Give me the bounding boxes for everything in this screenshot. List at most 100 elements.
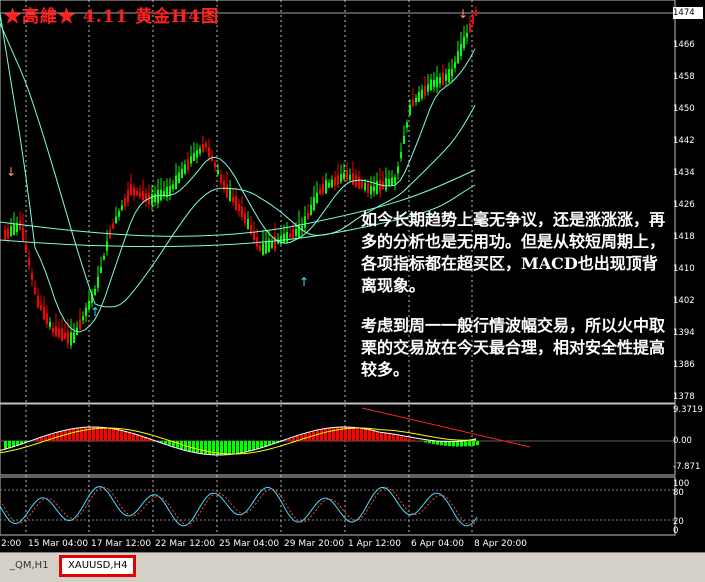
macd-label: -7.871 bbox=[673, 461, 703, 473]
analysis-text: 如今长期趋势上毫无争议，还是涨涨涨，再多的分析也是无用功。但是从较短周期上，各项… bbox=[361, 209, 666, 381]
chart-window[interactable]: ↓↓↑↑ ★高維★ 4.11 黄金H4图 如今长期趋势上毫无争议，还是涨涨涨，再… bbox=[0, 0, 705, 552]
macd-histogram-bar bbox=[368, 429, 371, 441]
candle-body bbox=[289, 233, 291, 237]
macd-histogram-bar bbox=[204, 441, 207, 454]
tab-xauusd-h4[interactable]: XAUUSD,H4 bbox=[62, 558, 133, 574]
candle-body bbox=[40, 305, 42, 310]
candle-body bbox=[310, 205, 312, 215]
candle-body bbox=[217, 170, 219, 174]
macd-histogram-bar bbox=[236, 441, 239, 454]
candle-body bbox=[121, 206, 123, 211]
candle-body bbox=[97, 277, 99, 288]
candle-body bbox=[367, 183, 369, 192]
macd-histogram-bar bbox=[120, 430, 123, 441]
macd-label: 9.3719 bbox=[673, 404, 703, 416]
candle-body bbox=[262, 243, 264, 255]
tab-qm-h1[interactable]: _QM,H1 bbox=[4, 558, 55, 574]
candle-body bbox=[400, 152, 402, 158]
candle-body bbox=[271, 241, 273, 247]
price-label: 1386 bbox=[673, 359, 703, 371]
macd-histogram-bar bbox=[408, 439, 411, 441]
candle-body bbox=[418, 92, 420, 102]
candle-body bbox=[424, 86, 426, 96]
macd-histogram-bar bbox=[52, 434, 55, 441]
candle-body bbox=[127, 190, 129, 201]
candle-body bbox=[259, 246, 261, 251]
macd-histogram-bar bbox=[320, 429, 323, 441]
candle-body bbox=[64, 333, 66, 339]
candle-body bbox=[253, 232, 255, 240]
macd-histogram-bar bbox=[104, 428, 107, 441]
candle-body bbox=[364, 183, 366, 190]
macd-histogram-bar bbox=[100, 427, 103, 441]
macd-histogram-bar bbox=[248, 441, 251, 451]
candle-body bbox=[379, 180, 381, 193]
macd-histogram-bar bbox=[356, 428, 359, 441]
macd-histogram-bar bbox=[196, 441, 199, 453]
candle-body bbox=[4, 230, 6, 240]
macd-histogram-bar bbox=[68, 430, 71, 441]
candle-body bbox=[199, 149, 201, 154]
candle-body bbox=[22, 228, 24, 241]
time-label: 17 Mar 12:00 bbox=[91, 539, 151, 549]
macd-histogram-bar bbox=[376, 431, 379, 441]
candle-body bbox=[151, 194, 153, 205]
candle-body bbox=[244, 213, 246, 223]
candle-body bbox=[19, 221, 21, 231]
macd-histogram-bar bbox=[72, 429, 75, 441]
macd-histogram-bar bbox=[324, 429, 327, 441]
candle-body bbox=[49, 322, 51, 327]
candle-body bbox=[181, 169, 183, 178]
arrow-up-icon: ↑ bbox=[299, 275, 309, 289]
macd-histogram-bar bbox=[208, 441, 211, 455]
macd-histogram-bar bbox=[112, 429, 115, 441]
candle-body bbox=[184, 164, 186, 173]
macd-histogram-bar bbox=[96, 427, 99, 441]
candle-body bbox=[394, 177, 396, 183]
candle-body bbox=[202, 144, 204, 152]
candle-body bbox=[349, 175, 351, 180]
candle-body bbox=[442, 73, 444, 85]
candle-body bbox=[325, 180, 327, 193]
price-label: 1450 bbox=[673, 103, 703, 115]
candle-body bbox=[460, 44, 462, 56]
macd-histogram-bar bbox=[316, 430, 319, 441]
macd-histogram-bar bbox=[188, 441, 191, 451]
candle-body bbox=[352, 173, 354, 185]
candle-body bbox=[445, 74, 447, 80]
candle-body bbox=[340, 174, 342, 182]
macd-histogram-bar bbox=[64, 430, 67, 441]
macd-histogram-bar bbox=[384, 433, 387, 441]
candle-body bbox=[118, 211, 120, 217]
candle-body bbox=[295, 229, 297, 236]
candle-body bbox=[439, 77, 441, 83]
candle-body bbox=[205, 143, 207, 147]
candle-body bbox=[463, 37, 465, 48]
candle-body bbox=[28, 258, 30, 266]
macd-histogram-bar bbox=[400, 437, 403, 441]
candle-body bbox=[361, 181, 363, 188]
macd-histogram-bar bbox=[124, 431, 127, 441]
macd-histogram-bar bbox=[76, 428, 79, 441]
candle-body bbox=[430, 79, 432, 90]
macd-histogram-bar bbox=[360, 428, 363, 441]
candle-body bbox=[475, 10, 477, 16]
candle-body bbox=[25, 244, 27, 252]
candle-body bbox=[328, 183, 330, 188]
candle-body bbox=[373, 186, 375, 191]
candle-body bbox=[436, 77, 438, 87]
macd-histogram-bar bbox=[328, 428, 331, 441]
macd-histogram-bar bbox=[468, 441, 471, 446]
candle-body bbox=[235, 197, 237, 211]
macd-label: 0.00 bbox=[673, 435, 703, 447]
candle-body bbox=[472, 17, 474, 25]
candle-body bbox=[466, 33, 468, 37]
macd-histogram-bar bbox=[412, 440, 415, 441]
price-label: 1442 bbox=[673, 135, 703, 147]
candle-body bbox=[34, 287, 36, 293]
candle-body bbox=[232, 197, 234, 202]
macd-histogram-bar bbox=[432, 441, 435, 444]
candle-body bbox=[214, 163, 216, 167]
candle-body bbox=[238, 204, 240, 211]
price-label: 1458 bbox=[673, 71, 703, 83]
